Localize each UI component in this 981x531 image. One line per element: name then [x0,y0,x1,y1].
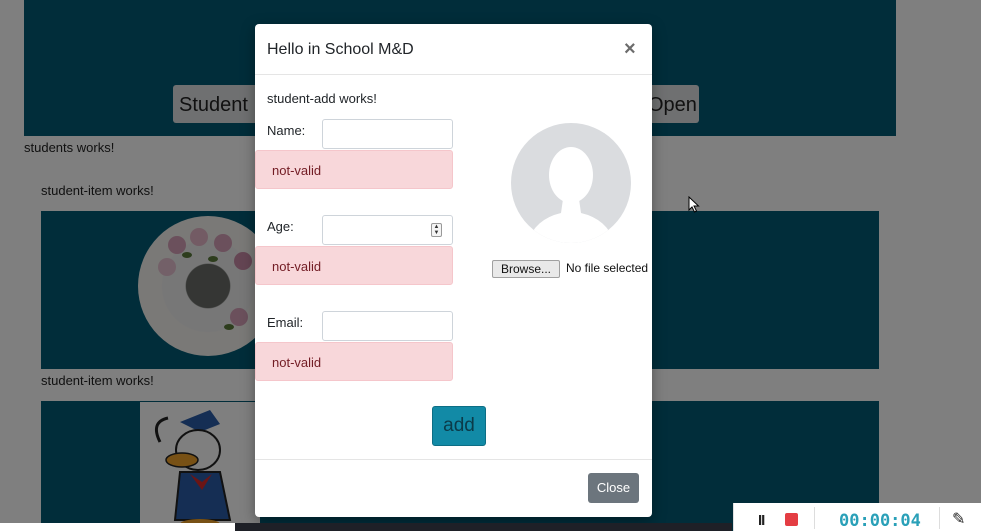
number-spinner[interactable]: ▲ ▼ [431,223,442,237]
modal-title: Hello in School M&D [267,41,414,58]
mouse-cursor-icon [688,196,700,213]
email-input[interactable] [322,311,453,341]
email-error-alert: not-valid [255,342,453,381]
stop-icon[interactable] [785,513,798,526]
screen-recorder-toolbar: II 00:00:04 ✎ [733,503,981,531]
student-add-modal: Hello in School M&D × student-add works!… [255,24,652,517]
age-label: Age: [267,219,294,234]
avatar-placeholder-icon [511,123,631,243]
name-label: Name: [267,123,306,138]
modal-header-divider [255,74,652,75]
recorder-divider [814,507,815,529]
pause-icon[interactable]: II [758,512,765,529]
modal-footer-divider [255,459,652,460]
taskbar [235,523,732,531]
file-status-text: No file selected [566,261,649,275]
recorder-divider-2 [939,507,940,529]
email-label: Email: [267,315,304,330]
age-error-alert: not-valid [255,246,453,285]
browse-button[interactable]: Browse... [492,260,560,278]
close-button[interactable]: Close [588,473,639,503]
recording-timer: 00:00:04 [839,511,921,531]
pen-icon[interactable]: ✎ [952,509,965,529]
name-error-alert: not-valid [255,150,453,189]
age-input[interactable]: ▲ ▼ [322,215,453,245]
bottom-white-strip [0,523,235,531]
name-input[interactable] [322,119,453,149]
student-add-text: student-add works! [267,91,377,106]
close-icon[interactable]: × [624,38,636,61]
add-button[interactable]: add [432,406,486,446]
